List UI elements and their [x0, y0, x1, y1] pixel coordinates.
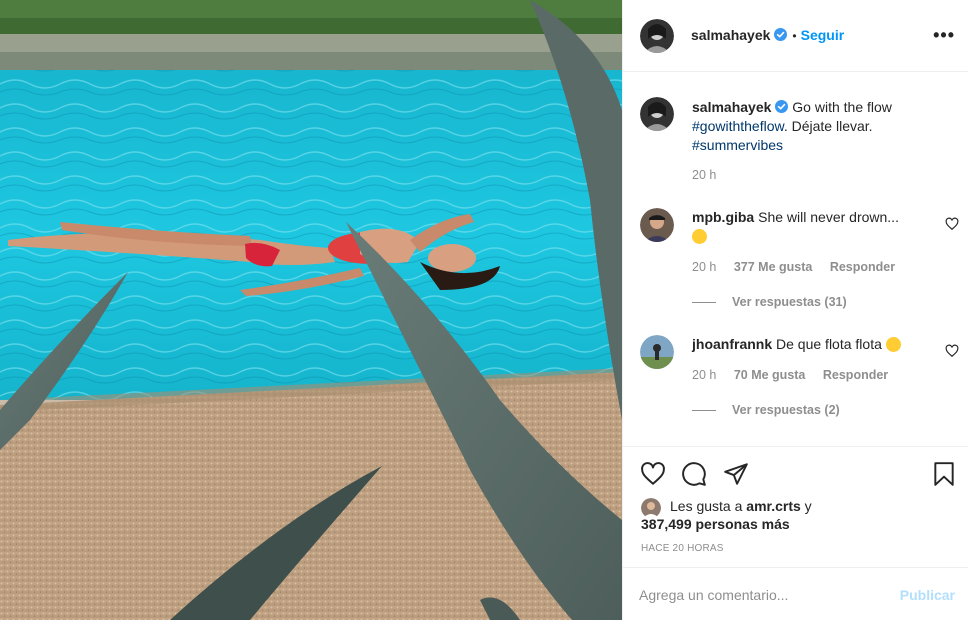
- hushed-face-icon: [885, 337, 901, 352]
- caption-avatar[interactable]: [640, 97, 674, 131]
- comment-body: She will never drown...: [758, 209, 899, 225]
- caption-body-2: . Déjate llevar.: [783, 118, 873, 134]
- comment-text: jhoanfrannk De que flota flota: [692, 335, 932, 354]
- view-replies-button[interactable]: Ver respuestas (31): [692, 295, 847, 309]
- caption-meta: 20 h: [692, 168, 730, 182]
- more-options-icon[interactable]: •••: [933, 26, 955, 44]
- caption-body: Go with the flow: [792, 99, 892, 115]
- publish-button[interactable]: Publicar: [900, 587, 955, 603]
- likes-count[interactable]: 387,499 personas más: [641, 515, 790, 534]
- post-header: salmahayek • Seguir •••: [623, 0, 968, 72]
- post-photo[interactable]: [0, 0, 622, 620]
- hashtag-link[interactable]: #summervibes: [692, 137, 783, 153]
- view-replies-label: Ver respuestas (31): [732, 295, 847, 309]
- caption-text: salmahayek Go with the flow #gowiththefl…: [692, 98, 932, 155]
- verified-badge-icon: [774, 28, 788, 41]
- face-with-tears-of-joy-icon: [692, 229, 707, 244]
- reply-button[interactable]: Responder: [823, 368, 888, 382]
- post-timestamp[interactable]: HACE 20 HORAS: [641, 543, 724, 554]
- comment-time[interactable]: 20 h: [692, 368, 716, 382]
- likes-prefix: Les gusta a: [670, 498, 743, 514]
- view-replies-label: Ver respuestas (2): [732, 403, 840, 417]
- comment-username[interactable]: jhoanfrannk: [692, 336, 772, 352]
- reply-button[interactable]: Responder: [830, 260, 895, 274]
- caption-time[interactable]: 20 h: [692, 168, 716, 182]
- comment-input[interactable]: [639, 584, 889, 606]
- post-actions: Les gusta a amr.crts y 387,499 personas …: [623, 446, 968, 620]
- comment-likes[interactable]: 377 Me gusta: [734, 260, 813, 274]
- caption-username[interactable]: salmahayek: [692, 99, 771, 115]
- commenter-avatar[interactable]: [640, 208, 674, 242]
- commenter-avatar[interactable]: [640, 335, 674, 369]
- view-replies-button[interactable]: Ver respuestas (2): [692, 403, 840, 417]
- comment-likes[interactable]: 70 Me gusta: [734, 368, 806, 382]
- post-panel: salmahayek • Seguir ••• salmahayek Go with…: [622, 0, 968, 620]
- heart-icon[interactable]: [640, 461, 666, 487]
- header-user-line: salmahayek • Seguir: [691, 27, 844, 43]
- replies-divider: [692, 302, 716, 304]
- comment-form: Publicar: [623, 567, 968, 620]
- comments-list[interactable]: salmahayek Go with the flow #gowiththefl…: [623, 73, 968, 446]
- verified-badge-icon: [775, 100, 789, 113]
- like-comment-heart-icon[interactable]: [945, 344, 959, 358]
- bookmark-icon[interactable]: [931, 461, 957, 487]
- author-username[interactable]: salmahayek: [691, 27, 770, 43]
- likes-suffix: y: [804, 498, 812, 514]
- comment-time[interactable]: 20 h: [692, 260, 716, 274]
- separator-dot: •: [792, 29, 797, 43]
- comment-icon[interactable]: [681, 461, 707, 487]
- comment-text: mpb.giba She will never drown...: [692, 208, 932, 246]
- share-icon[interactable]: [723, 461, 749, 487]
- author-avatar[interactable]: [640, 19, 674, 53]
- follow-button[interactable]: Seguir: [801, 27, 845, 43]
- replies-divider: [692, 410, 716, 412]
- comment-username[interactable]: mpb.giba: [692, 209, 754, 225]
- liker-username[interactable]: amr.crts: [746, 498, 800, 514]
- comment-meta: 20 h 70 Me gusta Responder: [692, 368, 902, 382]
- likes-line-1: Les gusta a amr.crts y: [670, 497, 812, 516]
- hashtag-link[interactable]: #gowiththeflow: [692, 118, 784, 134]
- comment-body: De que flota flota: [776, 336, 882, 352]
- comment-meta: 20 h 377 Me gusta Responder: [692, 260, 909, 274]
- like-comment-heart-icon[interactable]: [945, 217, 959, 231]
